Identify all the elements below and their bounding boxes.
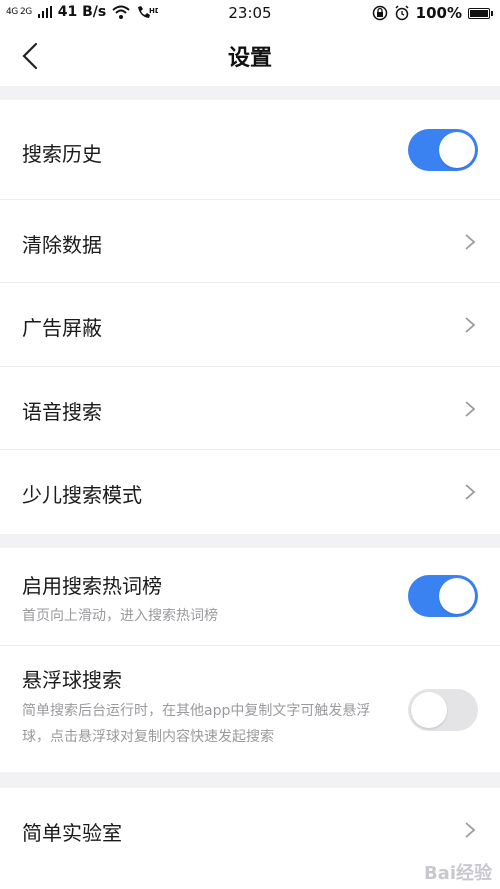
setting-row-clear-data[interactable]: 清除数据 (0, 200, 500, 283)
setting-label: 启用搜索热词榜 (22, 574, 162, 598)
page-title: 设置 (227, 46, 272, 71)
setting-row-ad-block[interactable]: 广告屏蔽 (0, 283, 500, 367)
settings-group-1: 搜索历史 清除数据 广告屏蔽 语音搜索 少儿搜索模式 (0, 100, 500, 534)
floating-ball-toggle[interactable] (408, 689, 478, 731)
battery-percent: 100% (415, 4, 462, 22)
status-bar: 4G 2G 41 B/s HD 23:05 100% (0, 0, 500, 26)
setting-label: 悬浮球搜索 (22, 668, 122, 692)
rotation-lock-icon (372, 5, 387, 21)
setting-description: 首页向上滑动，进入搜索热词榜 (22, 608, 218, 624)
alarm-icon (395, 5, 409, 21)
setting-row-floating-ball: 悬浮球搜索 简单搜索后台运行时，在其他app中复制文字可触发悬浮球，点击悬浮球对… (0, 646, 500, 772)
chevron-right-icon (465, 234, 476, 250)
setting-description: 简单搜索后台运行时，在其他app中复制文字可触发悬浮球，点击悬浮球对复制内容快速… (22, 703, 371, 745)
setting-label: 语音搜索 (22, 400, 102, 424)
chevron-right-icon (465, 822, 476, 838)
setting-label: 广告屏蔽 (22, 316, 102, 340)
settings-group-2: 启用搜索热词榜 首页向上滑动，进入搜索热词榜 悬浮球搜索 简单搜索后台运行时，在… (0, 548, 500, 772)
status-right: 100% (372, 4, 493, 22)
setting-row-hot-list: 启用搜索热词榜 首页向上滑动，进入搜索热词榜 (0, 548, 500, 646)
setting-row-voice-search[interactable]: 语音搜索 (0, 367, 500, 450)
setting-row-kids-mode[interactable]: 少儿搜索模式 (0, 450, 500, 534)
chevron-right-icon (465, 401, 476, 417)
chevron-right-icon (465, 484, 476, 500)
setting-label: 简单实验室 (22, 821, 122, 845)
setting-label: 搜索历史 (22, 142, 102, 166)
search-history-toggle[interactable] (408, 129, 478, 171)
toggle-knob (439, 578, 475, 614)
watermark: Bai经验 (423, 863, 492, 884)
battery-icon (468, 7, 493, 19)
setting-label: 清除数据 (22, 233, 102, 257)
toggle-knob (439, 132, 475, 168)
setting-row-search-history: 搜索历史 (0, 100, 500, 200)
nav-bar: 设置 (0, 26, 500, 86)
setting-label: 少儿搜索模式 (22, 483, 142, 507)
toggle-knob (411, 692, 447, 728)
hot-list-toggle[interactable] (408, 575, 478, 617)
chevron-right-icon (465, 317, 476, 333)
